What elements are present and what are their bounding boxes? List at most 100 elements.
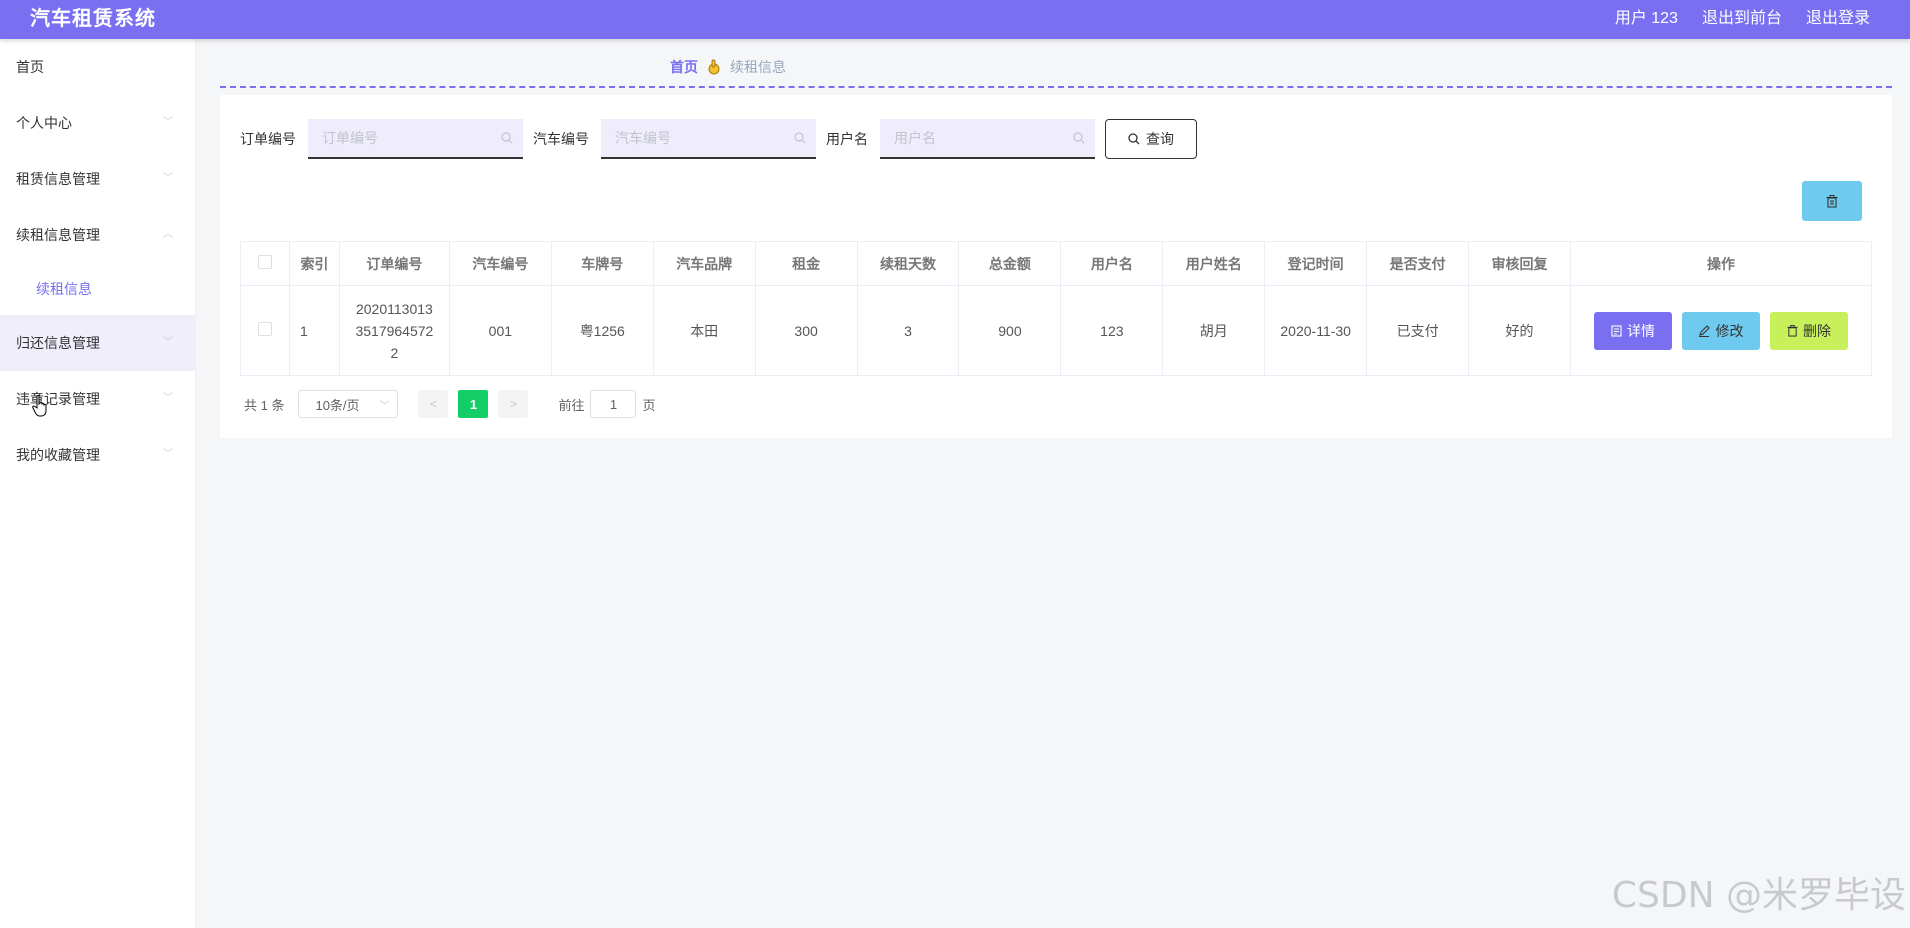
username-field	[880, 119, 1095, 159]
edit-button[interactable]: 修改	[1681, 311, 1760, 350]
cell-username: 123	[1060, 285, 1164, 376]
username-input[interactable]	[880, 119, 1095, 157]
column-header: 汽车品牌	[652, 241, 756, 286]
sidebar-item-label: 违章记录管理	[16, 391, 100, 407]
sidebar-item-label: 租赁信息管理	[16, 171, 100, 187]
query-button[interactable]: 查询	[1105, 119, 1197, 159]
search-icon	[1128, 133, 1140, 145]
car-number-field	[601, 119, 816, 159]
sidebar-item-return-management[interactable]: 归还信息管理 ﹀	[0, 315, 195, 371]
column-header: 续租天数	[856, 241, 960, 286]
top-right-links: 用户 123 退出到前台 退出登录	[1615, 8, 1870, 30]
sidebar-item-label: 首页	[16, 59, 44, 75]
top-bar: 汽车租赁系统 用户 123 退出到前台 退出登录	[0, 0, 1910, 39]
delete-button[interactable]: 删除	[1769, 311, 1848, 350]
logout-link[interactable]: 退出登录	[1806, 8, 1870, 30]
username-label: 用户名	[826, 131, 868, 147]
sidebar-subitem-renewal-info[interactable]: 续租信息	[0, 263, 195, 315]
sidebar-item-personal-center[interactable]: 个人中心 ﹀	[0, 95, 195, 151]
cell-name: 胡月	[1162, 285, 1266, 376]
watermark: CSDN @米罗毕设	[1611, 875, 1906, 916]
page-size-value: 10条/页	[315, 397, 360, 413]
batch-delete-button[interactable]	[1802, 181, 1862, 221]
sidebar-item-favorites-management[interactable]: 我的收藏管理 ﹀	[0, 427, 195, 483]
sidebar: 首页 个人中心 ﹀ 租赁信息管理 ﹀ 续租信息管理 ︿ 续租信息 归还信息管理 ﹀ 违章…	[0, 39, 196, 928]
order-number-line: 3517964572	[355, 322, 434, 339]
pagination: 共 1 条 10条/页 ﹀ < 1 > 前往 1 页	[240, 390, 656, 418]
page-size-select[interactable]: 10条/页 ﹀	[298, 390, 399, 418]
sidebar-item-label: 个人中心	[16, 115, 72, 131]
order-number-line: 2	[390, 344, 399, 361]
select-all-cell	[240, 241, 290, 286]
exit-to-front-link[interactable]: 退出到前台	[1702, 8, 1782, 30]
cell-date: 2020-11-30	[1264, 285, 1368, 376]
sidebar-item-renewal-management[interactable]: 续租信息管理 ︿	[0, 207, 195, 263]
hand-cursor-icon	[32, 395, 47, 417]
row-checkbox[interactable]	[257, 322, 272, 336]
column-header: 用户姓名	[1162, 241, 1266, 286]
row-select-cell	[240, 285, 290, 376]
column-header: 总金额	[958, 241, 1062, 286]
cell-index: 1	[288, 285, 340, 376]
sidebar-item-home[interactable]: 首页	[0, 39, 195, 95]
divider	[220, 86, 1892, 88]
select-all-checkbox[interactable]	[257, 255, 272, 269]
chevron-right-icon: >	[509, 397, 517, 411]
user-link[interactable]: 用户 123	[1615, 8, 1678, 30]
column-header: 租金	[754, 241, 858, 286]
goto-prefix: 前往	[558, 397, 585, 413]
goto-suffix: 页	[642, 397, 656, 413]
chevron-up-icon: ︿	[163, 229, 173, 240]
chevron-left-icon: <	[429, 397, 437, 411]
edit-button-label: 修改	[1715, 322, 1744, 339]
column-header: 操作	[1569, 241, 1873, 286]
detail-button[interactable]: 详情	[1593, 311, 1672, 350]
order-number-field	[308, 119, 523, 159]
pagination-total: 共 1 条	[244, 397, 285, 413]
order-number-label: 订单编号	[240, 131, 296, 147]
next-page-button[interactable]: >	[498, 390, 529, 418]
car-number-label: 汽车编号	[533, 131, 589, 147]
hand-ok-icon	[708, 59, 720, 75]
search-icon	[794, 132, 806, 144]
trash-icon	[1826, 194, 1838, 208]
cell-actions: 详情 修改 删除	[1569, 285, 1873, 376]
table-row: 1 2020113013 3517964572 2 001 粤1256 本田 3…	[240, 285, 1873, 376]
cell-order-number: 2020113013 3517964572 2	[338, 285, 450, 376]
search-icon	[1073, 132, 1085, 144]
column-header: 订单编号	[338, 241, 450, 286]
goto-page-input[interactable]: 1	[590, 390, 637, 418]
breadcrumb-current: 续租信息	[730, 59, 786, 75]
sidebar-item-violation-management[interactable]: 违章记录管理 ﹀	[0, 371, 195, 427]
chevron-down-icon: ﹀	[163, 117, 173, 128]
column-header: 索引	[288, 241, 340, 286]
cell-car-number: 001	[448, 285, 552, 376]
delete-button-label: 删除	[1802, 322, 1831, 339]
sidebar-item-label: 我的收藏管理	[16, 447, 100, 463]
car-number-input[interactable]	[601, 119, 816, 157]
renewal-table: 索引 订单编号 汽车编号 车牌号 汽车品牌 租金 续租天数 总金额 用户名 用户…	[240, 241, 1873, 376]
order-number-input[interactable]	[308, 119, 523, 157]
column-header: 是否支付	[1366, 241, 1470, 286]
column-header: 审核回复	[1468, 241, 1571, 286]
cell-total: 900	[958, 285, 1062, 376]
page-number-current[interactable]: 1	[458, 390, 489, 418]
prev-page-button[interactable]: <	[418, 390, 449, 418]
sidebar-item-label: 归还信息管理	[16, 335, 100, 351]
column-header: 车牌号	[550, 241, 654, 286]
chevron-down-icon: ﹀	[163, 337, 173, 348]
column-header: 汽车编号	[448, 241, 552, 286]
document-icon	[1611, 324, 1622, 337]
cell-rent: 300	[754, 285, 858, 376]
sidebar-item-rental-management[interactable]: 租赁信息管理 ﹀	[0, 151, 195, 207]
breadcrumb-home[interactable]: 首页	[670, 57, 698, 77]
trash-icon	[1787, 324, 1798, 337]
cell-days: 3	[856, 285, 960, 376]
content-panel: 订单编号 汽车编号 用户名 查询	[220, 95, 1892, 438]
cell-paid: 已支付	[1366, 285, 1470, 376]
table-header-row: 索引 订单编号 汽车编号 车牌号 汽车品牌 租金 续租天数 总金额 用户名 用户…	[240, 241, 1873, 286]
cell-reply: 好的	[1468, 285, 1571, 376]
column-header: 用户名	[1060, 241, 1164, 286]
chevron-down-icon: ﹀	[163, 449, 173, 460]
query-button-label: 查询	[1146, 131, 1174, 147]
